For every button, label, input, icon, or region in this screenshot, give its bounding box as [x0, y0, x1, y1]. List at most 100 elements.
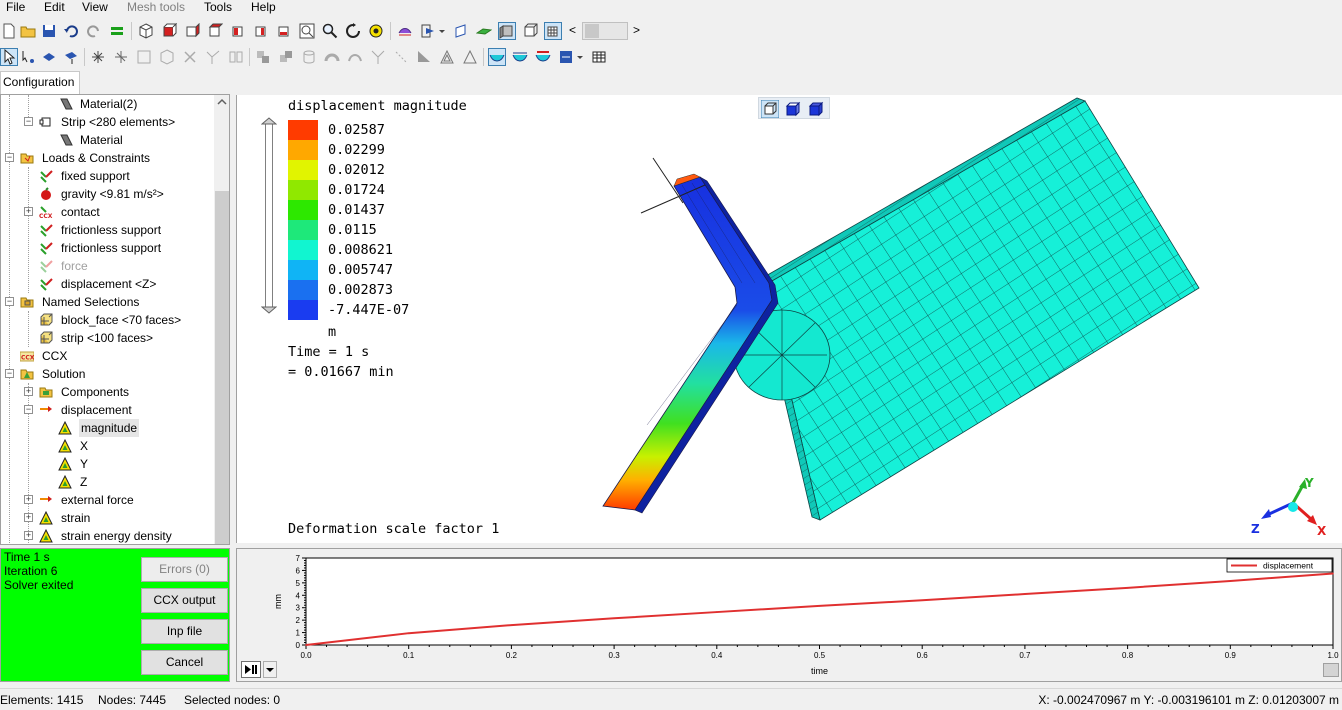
x-tick-label: 0.1 [403, 651, 415, 660]
cut-plane-icon[interactable] [419, 22, 437, 40]
collapse-icon[interactable]: − [5, 297, 14, 306]
expand-icon[interactable]: + [24, 387, 33, 396]
result-vector-icon[interactable] [557, 48, 575, 66]
zoom-fit-icon[interactable] [298, 22, 316, 40]
select-pointer-icon[interactable] [0, 48, 18, 66]
view-front-icon[interactable] [160, 22, 178, 40]
result-animate-icon[interactable] [534, 48, 552, 66]
mesh-tool-1-icon[interactable] [254, 48, 272, 66]
play-pause-button[interactable] [241, 661, 261, 678]
green-bars-icon[interactable] [108, 22, 126, 40]
errors-button[interactable]: Errors (0) [141, 557, 228, 582]
node-cloud-icon[interactable] [89, 48, 107, 66]
mesh-tool-4-icon[interactable] [323, 48, 341, 66]
series-point [510, 624, 513, 626]
new-file-icon[interactable] [0, 22, 18, 40]
menu-tools[interactable]: Tools [204, 0, 232, 16]
node-cloud-2-icon[interactable] [112, 48, 130, 66]
shaded-edges-icon[interactable] [521, 22, 539, 40]
zoom-icon[interactable] [321, 22, 339, 40]
mesh-tool-3-icon[interactable] [300, 48, 318, 66]
mesh-tool-7-icon[interactable] [392, 48, 410, 66]
contact-icon: CCX [39, 206, 53, 219]
wireframe-icon[interactable] [452, 22, 470, 40]
support-icon [40, 224, 53, 237]
redo-icon[interactable] [85, 22, 103, 40]
rotate-icon[interactable] [344, 22, 362, 40]
scroll-up-icon[interactable] [217, 97, 227, 107]
mesh-tool-2-icon[interactable] [277, 48, 295, 66]
menu-mesh-tools[interactable]: Mesh tools [127, 0, 185, 16]
mesh-tool-5-icon[interactable] [346, 48, 364, 66]
mesh-icon[interactable] [544, 22, 562, 40]
box-select-icon[interactable] [135, 48, 153, 66]
y-tick-label: 5 [296, 579, 301, 588]
result-contour-icon[interactable] [488, 48, 506, 66]
tab-configuration[interactable]: Configuration [0, 71, 80, 94]
toolbar-scroll-track[interactable] [582, 22, 628, 40]
result-dropdown-icon[interactable] [575, 48, 585, 66]
select-node-icon[interactable] [19, 48, 37, 66]
result-icon [39, 511, 53, 525]
view-top-icon[interactable] [252, 22, 270, 40]
animation-dropdown[interactable] [263, 661, 277, 678]
toolbar-scroll-left[interactable]: < [566, 22, 578, 40]
menu-file[interactable]: File [6, 0, 25, 16]
view-back-icon[interactable] [183, 22, 201, 40]
merge-icon[interactable] [227, 48, 245, 66]
toolbar-scroll-right[interactable]: > [630, 22, 642, 40]
collapse-icon[interactable]: − [24, 405, 33, 414]
menu-edit[interactable]: Edit [44, 0, 65, 16]
triad-y-label: Y [1304, 476, 1314, 490]
toolbar-scroll-thumb[interactable] [585, 24, 599, 38]
surface-icon[interactable] [475, 22, 493, 40]
view-bottom-icon[interactable] [275, 22, 293, 40]
support-icon [40, 170, 53, 183]
expand-icon[interactable]: + [24, 207, 33, 216]
view-left-icon[interactable] [206, 22, 224, 40]
save-icon[interactable] [40, 22, 58, 40]
y-tick-label: 4 [296, 591, 301, 600]
mesh-tool-10-icon[interactable] [461, 48, 479, 66]
triad-z-label: Z [1251, 522, 1260, 535]
undo-icon[interactable] [62, 22, 80, 40]
result-deform-icon[interactable] [511, 48, 529, 66]
shaded-icon[interactable] [498, 22, 516, 40]
cancel-button[interactable]: Cancel [141, 650, 228, 675]
chart-resize-grip[interactable] [1323, 663, 1339, 677]
chart-panel: 0.0 0.1 0.2 0.3 0.4 0.5 0.6 0.7 0.8 0.9 1.0 0 1 2 3 4 5 6… [236, 548, 1342, 682]
inp-file-button[interactable]: Inp file [141, 619, 228, 644]
pan-icon[interactable] [367, 22, 385, 40]
split-icon[interactable] [204, 48, 222, 66]
ccx-output-button[interactable]: CCX output [141, 588, 228, 613]
x-tick-label: 0.6 [917, 651, 929, 660]
status-solver: Solver exited [4, 578, 74, 592]
clear-select-icon[interactable] [181, 48, 199, 66]
expand-icon[interactable]: + [24, 495, 33, 504]
table-icon[interactable] [590, 48, 608, 66]
y-tick-label: 3 [296, 604, 301, 613]
view-right-icon[interactable] [229, 22, 247, 40]
mesh-tool-9-icon[interactable] [438, 48, 456, 66]
cut-plane-dropdown-icon[interactable] [437, 22, 447, 40]
open-folder-icon[interactable] [19, 22, 37, 40]
mesh-tool-6-icon[interactable] [369, 48, 387, 66]
chart-legend-label: displacement [1263, 561, 1314, 571]
display-mode-icon[interactable] [396, 22, 414, 40]
collapse-icon[interactable]: − [5, 153, 14, 162]
cube-select-icon[interactable] [158, 48, 176, 66]
menu-view[interactable]: View [82, 0, 108, 16]
expand-icon[interactable]: + [24, 531, 33, 540]
series-point [1332, 572, 1334, 575]
tree-scroll-thumb[interactable] [215, 191, 229, 544]
menu-help[interactable]: Help [251, 0, 276, 16]
expand-icon[interactable]: + [24, 513, 33, 522]
mesh-tool-8-icon[interactable] [415, 48, 433, 66]
collapse-icon[interactable]: − [5, 369, 14, 378]
select-element-icon[interactable] [40, 48, 58, 66]
viewport-3d[interactable]: displacement magnitude 0.02587 0.02299 0.0… [236, 95, 1342, 543]
svg-text:CCX: CCX [21, 355, 34, 362]
collapse-icon[interactable]: − [24, 117, 33, 126]
view-iso-icon[interactable] [137, 22, 155, 40]
select-surface-icon[interactable] [62, 48, 80, 66]
